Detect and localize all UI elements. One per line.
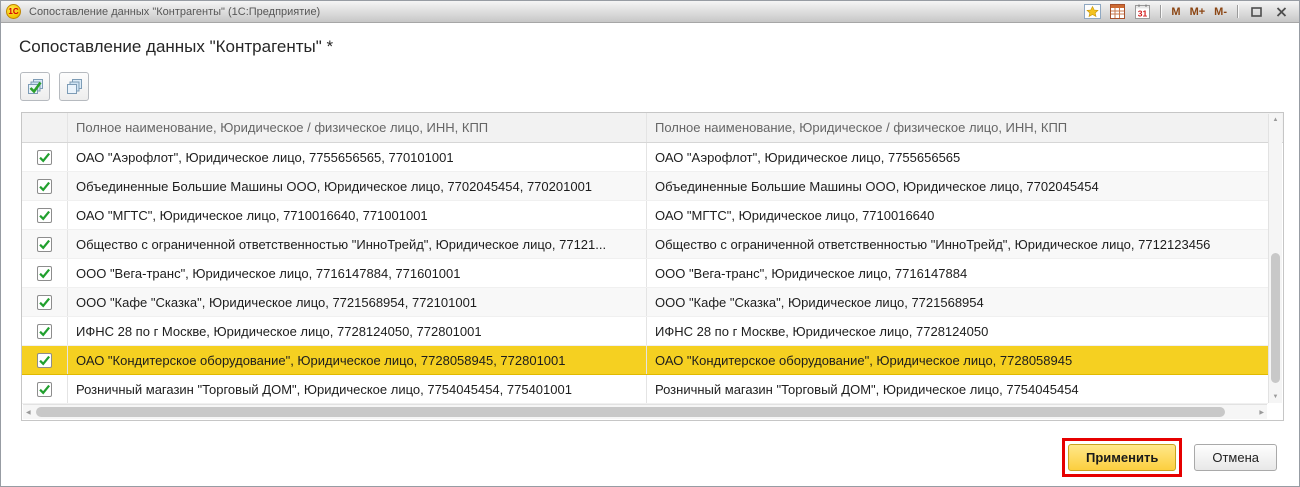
scroll-down-icon[interactable]: ▼ bbox=[1269, 394, 1282, 400]
source-counterparty-cell[interactable]: Общество с ограниченной ответственностью… bbox=[68, 230, 647, 258]
memory-m-plus-button[interactable]: М+ bbox=[1189, 6, 1207, 18]
checkmark-icon bbox=[38, 267, 51, 280]
header-target-column[interactable]: Полное наименование, Юридическое / физич… bbox=[647, 113, 1283, 142]
table-row[interactable]: ОАО "МГТС", Юридическое лицо, 7710016640… bbox=[22, 201, 1268, 230]
target-counterparty-cell[interactable]: ОАО "Аэрофлот", Юридическое лицо, 775565… bbox=[647, 143, 1268, 171]
row-checkbox[interactable] bbox=[37, 266, 52, 281]
calculator-icon[interactable] bbox=[1108, 3, 1126, 20]
row-checkbox[interactable] bbox=[37, 150, 52, 165]
mapping-table: Полное наименование, Юридическое / физич… bbox=[21, 112, 1284, 421]
checkmark-icon bbox=[38, 383, 51, 396]
cancel-button[interactable]: Отмена bbox=[1194, 444, 1277, 471]
header-checkbox-column[interactable] bbox=[22, 113, 68, 142]
clear-all-flags-icon bbox=[65, 77, 84, 96]
memory-m-minus-button[interactable]: М- bbox=[1213, 6, 1228, 18]
apply-button[interactable]: Применить bbox=[1068, 444, 1176, 471]
page-title: Сопоставление данных "Контрагенты" * bbox=[19, 37, 333, 57]
source-counterparty-cell[interactable]: ОАО "Аэрофлот", Юридическое лицо, 775565… bbox=[68, 143, 647, 171]
row-checkbox-cell bbox=[22, 317, 68, 345]
row-checkbox-cell bbox=[22, 172, 68, 200]
horizontal-scrollbar-thumb[interactable] bbox=[36, 407, 1225, 417]
row-checkbox[interactable] bbox=[37, 382, 52, 397]
table-header-row: Полное наименование, Юридическое / физич… bbox=[22, 113, 1283, 143]
target-counterparty-cell[interactable]: ОАО "МГТС", Юридическое лицо, 7710016640 bbox=[647, 201, 1268, 229]
row-checkbox[interactable] bbox=[37, 208, 52, 223]
window-title: Сопоставление данных "Контрагенты" (1С:П… bbox=[29, 6, 320, 18]
target-counterparty-cell[interactable]: ООО "Кафе "Сказка", Юридическое лицо, 77… bbox=[647, 288, 1268, 316]
row-checkbox-cell bbox=[22, 346, 68, 374]
vertical-scrollbar-thumb[interactable] bbox=[1271, 253, 1280, 383]
target-counterparty-cell[interactable]: Объединенные Большие Машины ООО, Юридиче… bbox=[647, 172, 1268, 200]
table-body: ОАО "Аэрофлот", Юридическое лицо, 775565… bbox=[22, 143, 1268, 404]
row-checkbox-cell bbox=[22, 259, 68, 287]
horizontal-scrollbar[interactable]: ◀ ▶ bbox=[23, 404, 1267, 419]
source-counterparty-cell[interactable]: ОАО "Кондитерское оборудование", Юридиче… bbox=[68, 346, 647, 374]
source-counterparty-cell[interactable]: Розничный магазин "Торговый ДОМ", Юридич… bbox=[68, 375, 647, 403]
row-checkbox[interactable] bbox=[37, 324, 52, 339]
checkmark-icon bbox=[38, 180, 51, 193]
app-window: 1С Сопоставление данных "Контрагенты" (1… bbox=[0, 0, 1300, 487]
scroll-left-icon[interactable]: ◀ bbox=[26, 409, 31, 416]
checkmark-icon bbox=[38, 325, 51, 338]
check-all-flags-button[interactable] bbox=[20, 72, 50, 101]
title-bar: 1С Сопоставление данных "Контрагенты" (1… bbox=[1, 1, 1299, 23]
titlebar-separator bbox=[1237, 5, 1238, 18]
table-row[interactable]: ОАО "Аэрофлот", Юридическое лицо, 775565… bbox=[22, 143, 1268, 172]
table-row[interactable]: Розничный магазин "Торговый ДОМ", Юридич… bbox=[22, 375, 1268, 404]
flags-toolbar bbox=[20, 72, 89, 101]
target-counterparty-cell[interactable]: ООО "Вега-транс", Юридическое лицо, 7716… bbox=[647, 259, 1268, 287]
source-counterparty-cell[interactable]: ООО "Вега-транс", Юридическое лицо, 7716… bbox=[68, 259, 647, 287]
memory-m-button[interactable]: М bbox=[1170, 6, 1181, 18]
checkmark-icon bbox=[38, 296, 51, 309]
table-row[interactable]: Объединенные Большие Машины ООО, Юридиче… bbox=[22, 172, 1268, 201]
row-checkbox[interactable] bbox=[37, 295, 52, 310]
source-counterparty-cell[interactable]: ИФНС 28 по г Москве, Юридическое лицо, 7… bbox=[68, 317, 647, 345]
table-row[interactable]: ИФНС 28 по г Москве, Юридическое лицо, 7… bbox=[22, 317, 1268, 346]
target-counterparty-cell[interactable]: ИФНС 28 по г Москве, Юридическое лицо, 7… bbox=[647, 317, 1268, 345]
row-checkbox[interactable] bbox=[37, 179, 52, 194]
checkmark-icon bbox=[38, 209, 51, 222]
dialog-footer: Применить Отмена bbox=[1062, 438, 1277, 477]
checkmark-icon bbox=[38, 354, 51, 367]
row-checkbox-cell bbox=[22, 143, 68, 171]
row-checkbox-cell bbox=[22, 288, 68, 316]
checkmark-icon bbox=[38, 151, 51, 164]
target-counterparty-cell[interactable]: Общество с ограниченной ответственностью… bbox=[647, 230, 1268, 258]
apply-button-annotation: Применить bbox=[1062, 438, 1182, 477]
row-checkbox-cell bbox=[22, 230, 68, 258]
titlebar-controls: 31 М М+ М- bbox=[1083, 3, 1299, 20]
restore-window-icon[interactable] bbox=[1247, 3, 1265, 20]
target-counterparty-cell[interactable]: Розничный магазин "Торговый ДОМ", Юридич… bbox=[647, 375, 1268, 403]
scroll-up-icon[interactable]: ▲ bbox=[1269, 117, 1282, 123]
vertical-scrollbar[interactable]: ▲ ▼ bbox=[1268, 114, 1282, 403]
row-checkbox[interactable] bbox=[37, 237, 52, 252]
source-counterparty-cell[interactable]: Объединенные Большие Машины ООО, Юридиче… bbox=[68, 172, 647, 200]
row-checkbox[interactable] bbox=[37, 353, 52, 368]
clear-all-flags-button[interactable] bbox=[59, 72, 89, 101]
source-counterparty-cell[interactable]: ООО "Кафе "Сказка", Юридическое лицо, 77… bbox=[68, 288, 647, 316]
1c-logo-icon: 1С bbox=[6, 4, 21, 19]
titlebar-separator bbox=[1160, 5, 1161, 18]
favorites-icon[interactable] bbox=[1083, 3, 1101, 20]
scroll-right-icon[interactable]: ▶ bbox=[1259, 409, 1264, 416]
table-row[interactable]: ОАО "Кондитерское оборудование", Юридиче… bbox=[22, 346, 1268, 375]
source-counterparty-cell[interactable]: ОАО "МГТС", Юридическое лицо, 7710016640… bbox=[68, 201, 647, 229]
target-counterparty-cell[interactable]: ОАО "Кондитерское оборудование", Юридиче… bbox=[647, 346, 1268, 374]
table-row[interactable]: Общество с ограниченной ответственностью… bbox=[22, 230, 1268, 259]
header-source-column[interactable]: Полное наименование, Юридическое / физич… bbox=[68, 113, 647, 142]
row-checkbox-cell bbox=[22, 375, 68, 403]
checkmark-icon bbox=[38, 238, 51, 251]
row-checkbox-cell bbox=[22, 201, 68, 229]
table-row[interactable]: ООО "Вега-транс", Юридическое лицо, 7716… bbox=[22, 259, 1268, 288]
calendar-day-number: 31 bbox=[1138, 9, 1148, 19]
table-row[interactable]: ООО "Кафе "Сказка", Юридическое лицо, 77… bbox=[22, 288, 1268, 317]
close-window-icon[interactable] bbox=[1272, 3, 1290, 20]
check-all-flags-icon bbox=[26, 77, 45, 96]
calendar-icon[interactable]: 31 bbox=[1133, 3, 1151, 20]
